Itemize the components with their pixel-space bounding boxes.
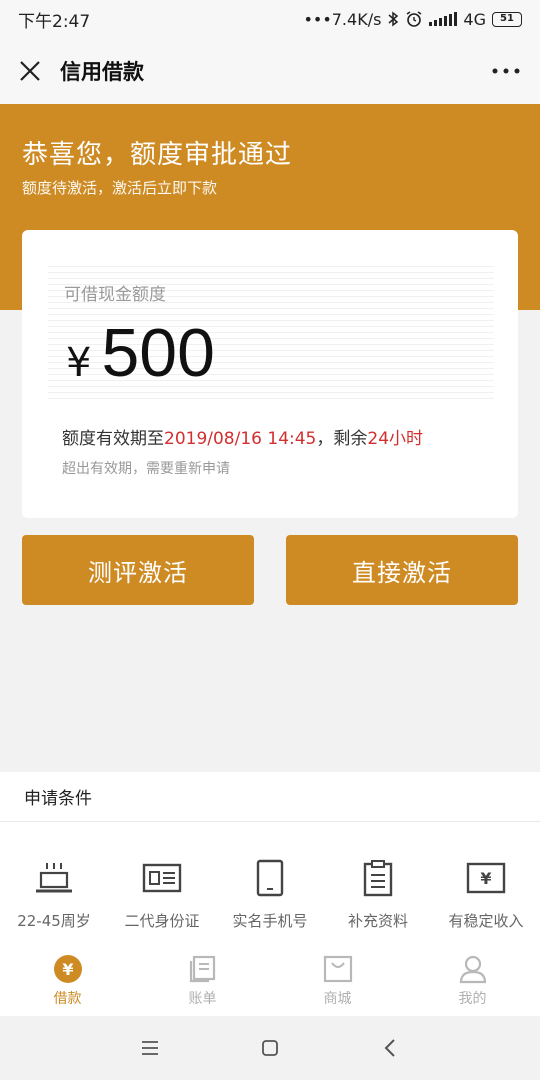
income-icon: ¥: [464, 858, 508, 898]
close-icon[interactable]: [16, 57, 44, 85]
back-chevron-icon[interactable]: [378, 1036, 402, 1060]
condition-label: 二代身份证: [124, 912, 200, 930]
condition-label: 22-45周岁: [17, 912, 91, 930]
condition-item: ¥ 有稳定收入: [432, 858, 540, 931]
quota-amount: ¥ 500: [66, 314, 215, 394]
condition-label: 有稳定收入: [448, 912, 524, 930]
validity-prefix: 额度有效期至: [62, 429, 164, 449]
status-indicators: •••7.4K/s 4G 51: [303, 10, 522, 29]
condition-item: 二代身份证: [108, 858, 216, 931]
system-nav-bar: [0, 1016, 540, 1080]
cake-icon: [32, 858, 76, 898]
quota-card: 可借现金额度 ¥ 500 额度有效期至2019/08/16 14:45，剩余24…: [22, 230, 518, 518]
conditions-list: 22-45周岁 二代身份证 实名手机号 补充资料 ¥ 有稳定收入: [0, 858, 540, 931]
tab-label: 账单: [188, 991, 217, 1007]
tab-bill[interactable]: 账单: [135, 944, 270, 1016]
id-card-icon: [140, 858, 184, 898]
condition-label: 实名手机号: [232, 912, 308, 930]
evaluate-activate-button[interactable]: 测评激活: [22, 535, 254, 605]
condition-item: 22-45周岁: [0, 858, 108, 931]
condition-item: 补充资料: [324, 858, 432, 931]
quota-label: 可借现金额度: [64, 285, 166, 305]
more-dots-icon[interactable]: [488, 57, 524, 85]
remaining-time: 24小时: [367, 429, 424, 449]
phone-icon: [248, 858, 292, 898]
bottom-tabbar: ¥ 借款 账单 商城 我的: [0, 944, 540, 1016]
quota-value: 500: [101, 315, 215, 391]
home-square-icon[interactable]: [258, 1036, 282, 1060]
expire-note: 超出有效期，需要重新申请: [62, 461, 230, 477]
approval-title: 恭喜您，额度审批通过: [22, 140, 293, 170]
network-type: 4G: [463, 9, 486, 29]
tab-label: 商城: [323, 991, 352, 1007]
signal-icon: [429, 12, 458, 26]
tab-mine[interactable]: 我的: [405, 944, 540, 1016]
nav-bar: 信用借款: [0, 38, 540, 104]
svg-text:¥: ¥: [480, 869, 491, 888]
condition-label: 补充资料: [347, 912, 408, 930]
svg-text:¥: ¥: [62, 960, 73, 979]
network-speed: •••7.4K/s: [303, 9, 382, 29]
user-icon: [458, 954, 488, 984]
status-bar: 下午2:47 •••7.4K/s 4G 51: [0, 0, 540, 38]
validity-text: 额度有效期至2019/08/16 14:45，剩余24小时: [62, 424, 423, 449]
approval-subtitle: 额度待激活，激活后立即下款: [22, 179, 218, 197]
alarm-icon: [406, 11, 422, 27]
status-time: 下午2:47: [18, 11, 91, 32]
battery-icon: 51: [492, 11, 522, 27]
bill-icon: [188, 954, 218, 984]
tab-borrow[interactable]: ¥ 借款: [0, 944, 135, 1016]
bluetooth-icon: [388, 11, 399, 27]
menu-icon[interactable]: [138, 1036, 162, 1060]
validity-date: 2019/08/16 14:45: [164, 429, 317, 449]
shop-bag-icon: [323, 954, 353, 984]
tab-label: 我的: [458, 991, 487, 1007]
condition-item: 实名手机号: [216, 858, 324, 931]
page-title: 信用借款: [60, 60, 144, 84]
conditions-title: 申请条件: [0, 772, 540, 822]
tab-shop[interactable]: 商城: [270, 944, 405, 1016]
direct-activate-button[interactable]: 直接激活: [286, 535, 518, 605]
remaining-prefix: ，剩余: [316, 429, 368, 449]
yen-coin-icon: ¥: [53, 954, 83, 984]
currency-symbol: ¥: [66, 340, 92, 386]
clipboard-icon: [356, 858, 400, 898]
tab-label: 借款: [53, 991, 82, 1007]
